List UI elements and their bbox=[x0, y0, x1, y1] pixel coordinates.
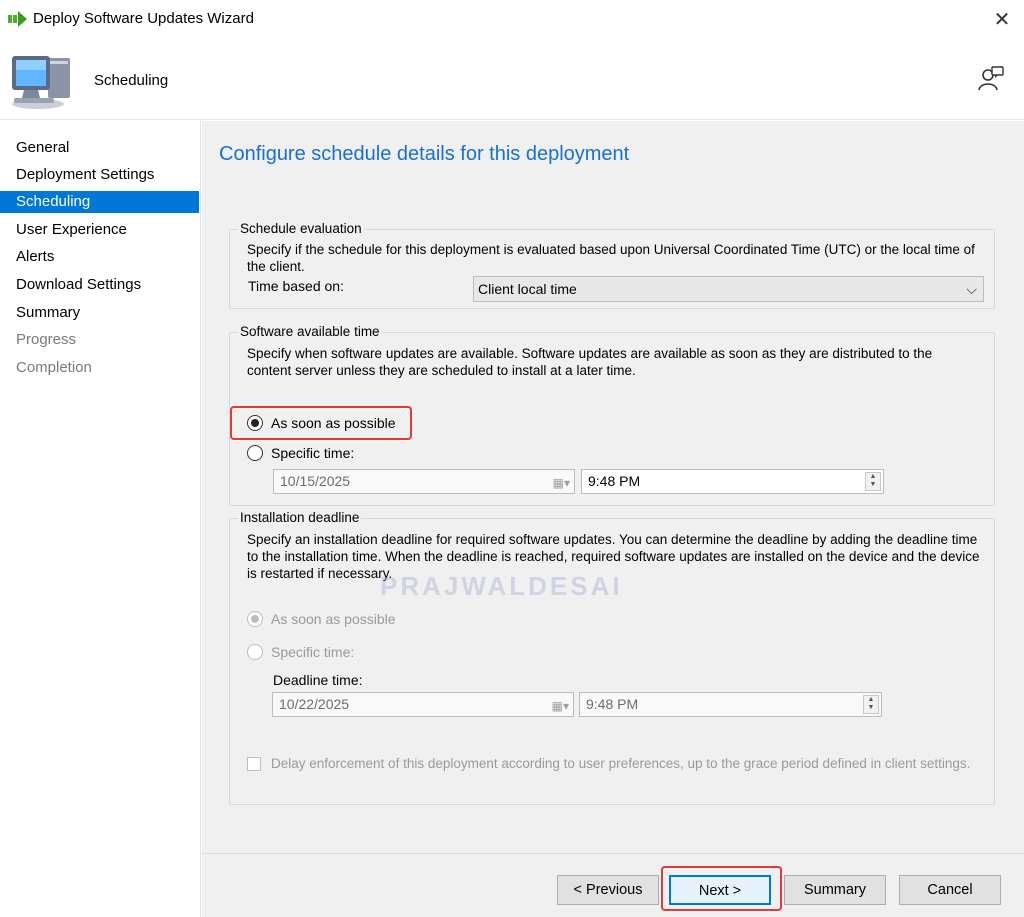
available-time-field[interactable]: 9:48 PM ▲ ▼ bbox=[581, 469, 884, 494]
schedule-evaluation-group: Schedule evaluation Specify if the sched… bbox=[229, 221, 995, 309]
title-bar: Deploy Software Updates Wizard ✕ bbox=[0, 0, 1024, 40]
sidebar-item-scheduling[interactable]: Scheduling bbox=[0, 191, 199, 213]
window-title: Deploy Software Updates Wizard bbox=[33, 10, 254, 27]
spin-buttons-icon: ▲ ▼ bbox=[863, 695, 879, 714]
header-title: Scheduling bbox=[94, 72, 169, 89]
wizard-header: Scheduling bbox=[0, 40, 1024, 120]
date-value: 10/22/2025 bbox=[279, 696, 350, 712]
deadline-time-label: Deadline time: bbox=[273, 672, 363, 688]
close-button[interactable]: ✕ bbox=[988, 6, 1016, 34]
deadline-specific-radio: Specific time: bbox=[247, 644, 354, 660]
computer-icon bbox=[8, 52, 74, 113]
time-value: 9:48 PM bbox=[588, 473, 641, 489]
radio-label: Specific time: bbox=[271, 644, 355, 660]
cancel-button[interactable]: Cancel bbox=[899, 875, 1001, 905]
sidebar-item-download-settings[interactable]: Download Settings bbox=[0, 274, 199, 296]
radio-checked-icon bbox=[247, 611, 263, 627]
delay-enforcement-checkbox: Delay enforcement of this deployment acc… bbox=[247, 756, 982, 771]
page-title: Configure schedule details for this depl… bbox=[219, 143, 630, 165]
group-description: Specify if the schedule for this deploym… bbox=[247, 242, 975, 274]
highlight-annotation bbox=[230, 406, 412, 440]
sidebar-item-progress: Progress bbox=[16, 331, 77, 348]
feedback-icon[interactable] bbox=[976, 64, 1006, 97]
radio-unchecked-icon bbox=[247, 445, 263, 461]
group-description: Specify when software updates are availa… bbox=[247, 346, 933, 378]
sidebar-item-summary[interactable]: Summary bbox=[0, 302, 199, 324]
time-based-value: Client local time bbox=[478, 281, 577, 297]
deadline-time-field: 9:48 PM ▲ ▼ bbox=[579, 692, 882, 717]
time-value: 9:48 PM bbox=[586, 696, 639, 712]
date-value: 10/15/2025 bbox=[280, 473, 351, 489]
sidebar-item-completion: Completion bbox=[16, 359, 92, 376]
radio-label: As soon as possible bbox=[271, 611, 396, 627]
group-title: Installation deadline bbox=[238, 510, 362, 526]
wizard-arrow-icon bbox=[8, 10, 28, 31]
calendar-icon: ▦▾ bbox=[551, 699, 569, 713]
deadline-asap-radio: As soon as possible bbox=[247, 611, 396, 627]
time-based-label: Time based on: bbox=[248, 278, 344, 294]
group-title: Software available time bbox=[238, 324, 382, 340]
group-title: Schedule evaluation bbox=[238, 221, 364, 237]
sidebar-item-deployment-settings[interactable]: Deployment Settings bbox=[0, 164, 199, 186]
wizard-sidebar: General Deployment Settings Scheduling U… bbox=[0, 121, 201, 917]
sidebar-item-alerts[interactable]: Alerts bbox=[0, 246, 199, 268]
checkbox-icon bbox=[247, 756, 261, 771]
calendar-icon: ▦▾ bbox=[552, 476, 570, 490]
highlight-annotation bbox=[661, 866, 782, 911]
radio-unchecked-icon bbox=[247, 644, 263, 660]
footer-divider bbox=[202, 853, 1024, 854]
radio-label: Specific time: bbox=[271, 445, 355, 461]
wizard-content: Configure schedule details for this depl… bbox=[202, 121, 1024, 917]
summary-button[interactable]: Summary bbox=[784, 875, 886, 905]
sidebar-item-user-experience[interactable]: User Experience bbox=[0, 219, 199, 241]
available-date-field: 10/15/2025 ▦▾ bbox=[273, 469, 575, 494]
spin-buttons-icon[interactable]: ▲ ▼ bbox=[865, 472, 881, 491]
checkbox-label: Delay enforcement of this deployment acc… bbox=[271, 756, 971, 771]
sidebar-item-general[interactable]: General bbox=[0, 137, 199, 159]
time-based-dropdown[interactable]: Client local time ⌵ bbox=[473, 276, 984, 302]
installation-deadline-group: Installation deadline Specify an install… bbox=[229, 510, 995, 805]
chevron-down-icon: ⌵ bbox=[966, 281, 977, 297]
available-specific-radio[interactable]: Specific time: bbox=[247, 445, 354, 461]
deadline-date-field: 10/22/2025 ▦▾ bbox=[272, 692, 574, 717]
watermark-text: PRAJWALDESAI bbox=[380, 571, 623, 601]
previous-button[interactable]: < Previous bbox=[557, 875, 659, 905]
